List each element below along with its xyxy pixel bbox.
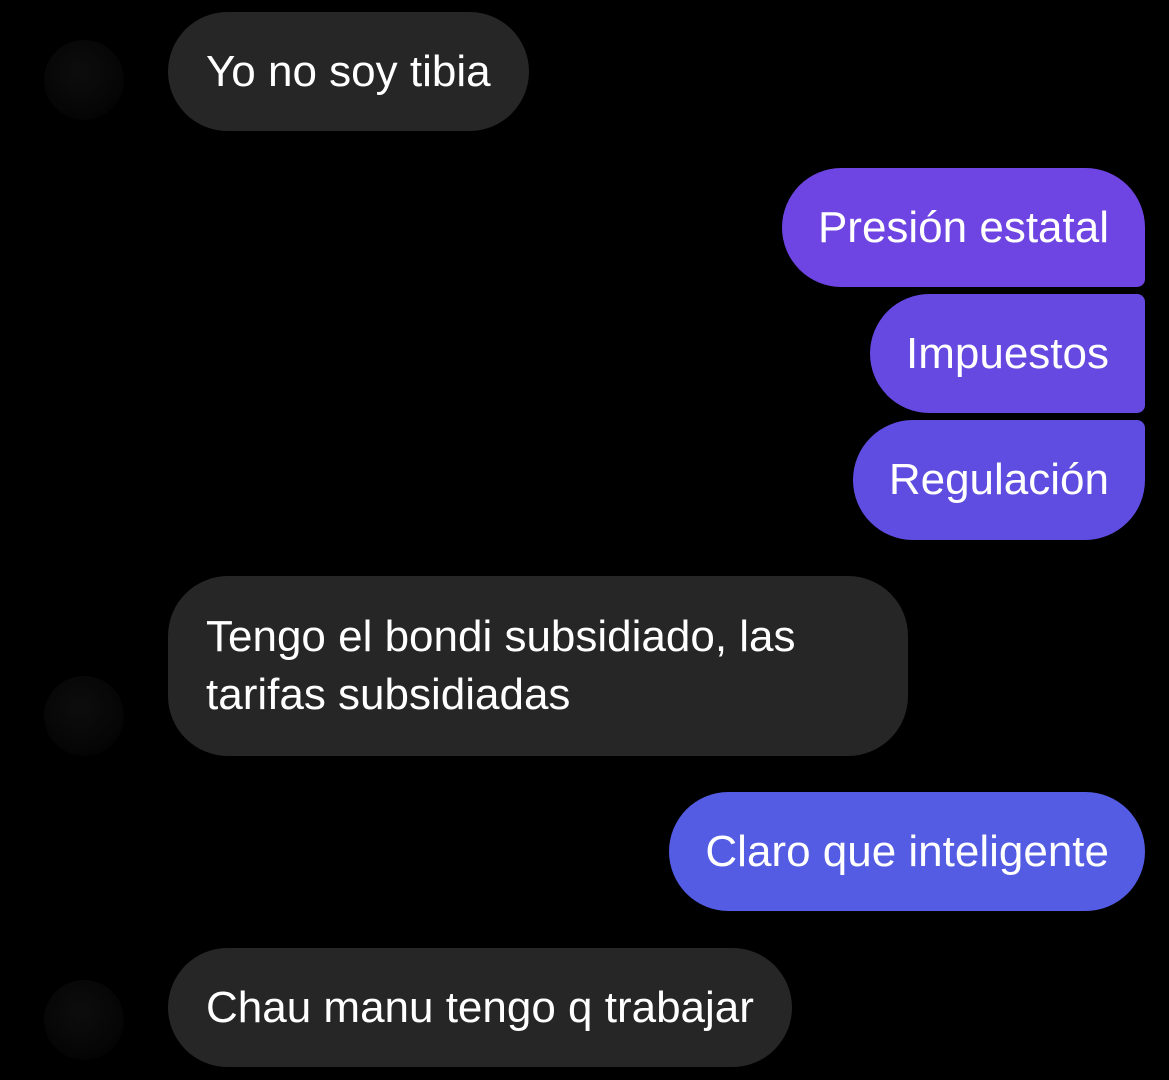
message-bubble-outgoing[interactable]: Claro que inteligente: [669, 792, 1145, 911]
message-bubble-outgoing[interactable]: Regulación: [852, 420, 1145, 540]
sender-avatar[interactable]: [44, 676, 124, 756]
message-text: Claro que inteligente: [705, 826, 1109, 876]
message-bubble-incoming[interactable]: Tengo el bondi subsidiado, las tarifas s…: [168, 576, 908, 756]
message-text: Regulación: [888, 455, 1109, 504]
sender-avatar[interactable]: [44, 980, 124, 1060]
message-text: Yo no soy tibia: [206, 46, 491, 96]
sender-avatar[interactable]: [44, 40, 124, 120]
message-text: Chau manu tengo q trabajar: [206, 982, 754, 1032]
message-bubble-incoming[interactable]: Yo no soy tibia: [168, 12, 529, 131]
message-text: Tengo el bondi subsidiado, las tarifas s…: [206, 608, 796, 724]
message-line: Tengo el bondi subsidiado, las: [206, 612, 796, 661]
message-bubble-outgoing[interactable]: Presión estatal: [781, 168, 1145, 287]
message-line: tarifas subsidiadas: [206, 670, 571, 719]
message-bubble-outgoing[interactable]: Impuestos: [870, 294, 1145, 413]
message-text: Presión estatal: [817, 202, 1109, 252]
message-bubble-incoming[interactable]: Chau manu tengo q trabajar: [168, 948, 792, 1067]
message-text: Impuestos: [906, 328, 1109, 378]
chat-thread: Yo no soy tibia Presión estatal Impuesto…: [0, 0, 1169, 1080]
